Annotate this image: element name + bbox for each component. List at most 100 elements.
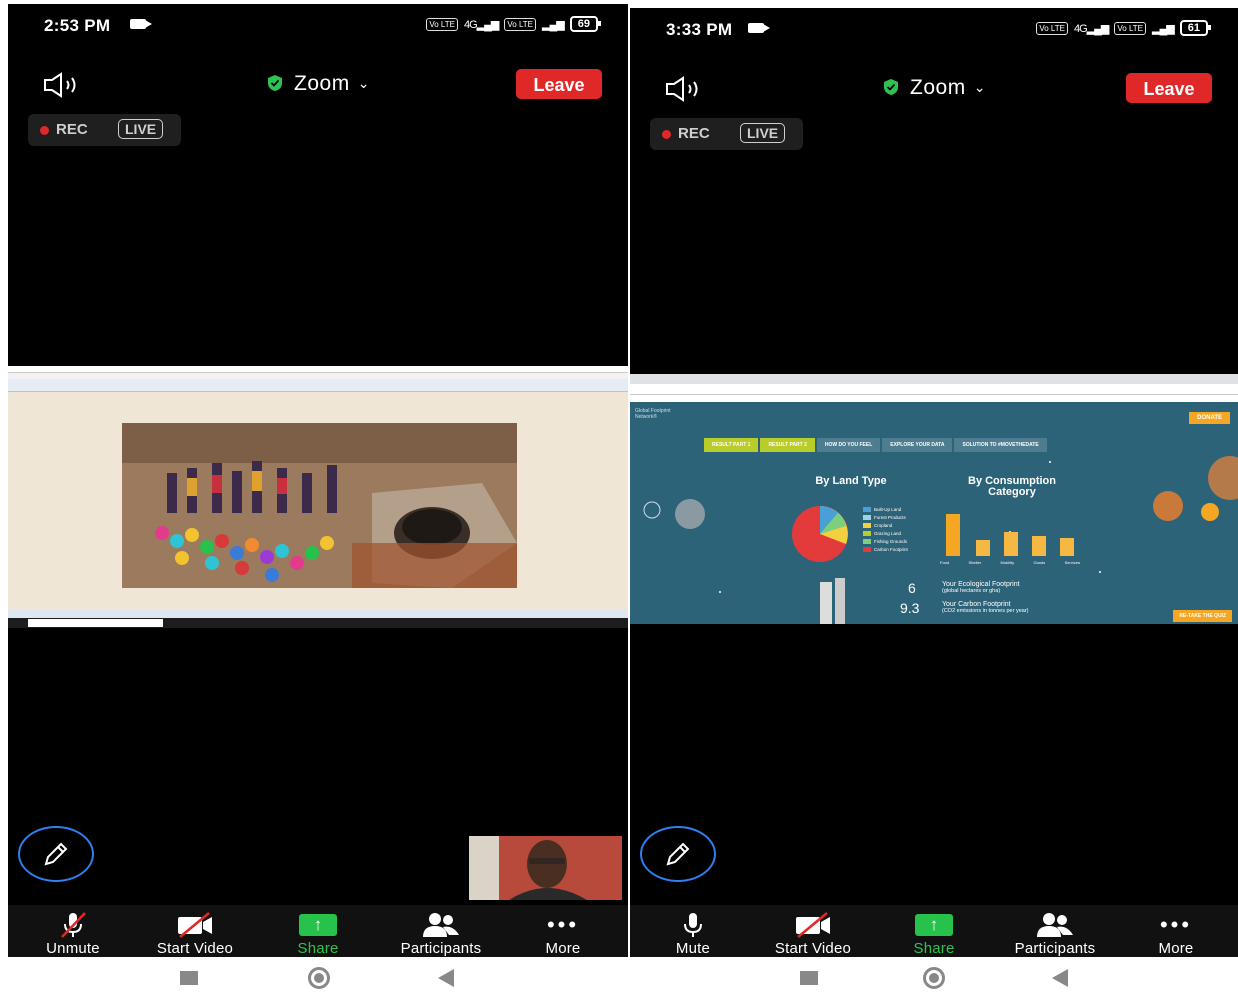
status-bar: 3:33 PM Vo LTE 4G▂▄▆ Vo LTE ▂▄▆ 61 bbox=[630, 8, 1238, 48]
page-background bbox=[643, 441, 1238, 624]
windows-taskbar bbox=[8, 618, 628, 628]
more-label: More bbox=[1158, 940, 1194, 957]
battery-icon: 69 bbox=[569, 16, 602, 32]
share-button[interactable]: Share bbox=[263, 911, 373, 957]
unmute-label: Unmute bbox=[46, 940, 100, 957]
battery-icon: 61 bbox=[1179, 20, 1212, 36]
recents-square-icon[interactable] bbox=[180, 971, 198, 985]
rec-label: REC bbox=[56, 121, 88, 138]
mute-button[interactable]: Mute bbox=[638, 911, 748, 957]
tab-result-part-2[interactable]: RESULT PART 2 bbox=[760, 438, 815, 452]
unmute-button[interactable]: Unmute bbox=[18, 911, 128, 957]
browser-address-bar bbox=[630, 384, 1238, 395]
browser-tabs bbox=[630, 374, 1238, 384]
share-button[interactable]: Share bbox=[879, 911, 989, 957]
chevron-down-icon: ⌄ bbox=[973, 79, 986, 95]
app-toolbar bbox=[8, 379, 628, 392]
volte-badge: Vo LTE bbox=[426, 17, 458, 31]
leave-button[interactable]: Leave bbox=[1126, 73, 1212, 103]
gfn-logo: Global Footprint Network® bbox=[635, 408, 671, 420]
tab-how-do-you-feel[interactable]: HOW DO YOU FEEL bbox=[816, 438, 881, 452]
legend-item: Cropland bbox=[863, 522, 908, 530]
start-video-button[interactable]: Start Video bbox=[758, 911, 868, 957]
eco-footprint-value: 6 bbox=[908, 580, 916, 596]
carbon-label: Your Carbon Footprint bbox=[942, 601, 1011, 608]
mute-label: Mute bbox=[675, 940, 711, 957]
share-arrow-icon bbox=[299, 914, 337, 936]
legend-item: Grazing Land bbox=[863, 530, 908, 538]
back-triangle-icon[interactable] bbox=[1052, 969, 1068, 987]
signal-icon: ▂▄▆ bbox=[542, 18, 565, 31]
live-badge: LIVE bbox=[740, 123, 786, 143]
tab-solution[interactable]: SOLUTION TO #MOVETHEDATE bbox=[954, 438, 1047, 452]
volte-badge: Vo LTE bbox=[1036, 21, 1068, 35]
participant-video bbox=[469, 836, 622, 900]
participants-button[interactable]: Participants bbox=[386, 911, 496, 957]
recording-indicator: REC LIVE bbox=[650, 118, 803, 150]
back-triangle-icon[interactable] bbox=[438, 969, 454, 987]
more-button[interactable]: ••• More bbox=[1121, 911, 1231, 958]
recents-square-icon[interactable] bbox=[800, 971, 818, 985]
android-nav-bar bbox=[8, 959, 628, 996]
shared-photo bbox=[122, 423, 517, 588]
eco-sub: (global hectares or gha) bbox=[942, 588, 1001, 594]
shield-icon bbox=[268, 75, 283, 91]
carbon-footprint-label: Your Carbon Footprint (CO2 emissions in … bbox=[942, 601, 1029, 615]
status-time: 2:53 PM bbox=[44, 16, 111, 35]
share-label: Share bbox=[297, 940, 339, 957]
app-titlebar bbox=[8, 366, 628, 373]
self-video-thumbnail[interactable] bbox=[469, 836, 622, 900]
android-nav-bar bbox=[630, 959, 1238, 996]
donate-button[interactable]: DONATE bbox=[1189, 412, 1230, 424]
more-button[interactable]: ••• More bbox=[508, 911, 618, 958]
bar-label: Food bbox=[940, 560, 950, 565]
shared-screen: Global Footprint Network® DONATE RESULT … bbox=[630, 374, 1238, 624]
meeting-top-bar: Zoom ⌄ Leave bbox=[630, 64, 1238, 112]
video-off-icon bbox=[178, 912, 212, 938]
pencil-icon bbox=[44, 842, 68, 866]
rec-dot-icon bbox=[662, 130, 671, 139]
tab-explore-your-data[interactable]: EXPLORE YOUR DATA bbox=[882, 438, 953, 452]
participants-button[interactable]: Participants bbox=[1000, 911, 1110, 957]
annotate-button[interactable] bbox=[18, 826, 94, 882]
result-tabs: RESULT PART 1 RESULT PART 2 HOW DO YOU F… bbox=[704, 438, 1047, 452]
start-video-label: Start Video bbox=[156, 940, 234, 957]
leave-button[interactable]: Leave bbox=[516, 69, 602, 99]
participants-icon bbox=[423, 913, 459, 937]
eco-footprint-label: Your Ecological Footprint (global hectar… bbox=[942, 581, 1020, 595]
annotate-button[interactable] bbox=[640, 826, 716, 882]
bar-label: Mobility bbox=[1000, 560, 1015, 565]
shield-icon bbox=[884, 79, 899, 95]
meeting-toolbar: Unmute Start Video Share P bbox=[8, 905, 628, 957]
start-video-button[interactable]: Start Video bbox=[140, 911, 250, 957]
more-label: More bbox=[545, 940, 581, 957]
land-type-pie bbox=[792, 506, 848, 562]
more-dots-icon: ••• bbox=[546, 912, 580, 937]
photo-image bbox=[122, 423, 517, 588]
live-badge: LIVE bbox=[118, 119, 164, 139]
volte-badge: Vo LTE bbox=[504, 17, 537, 31]
signal-icon: ▂▄▆ bbox=[1152, 22, 1175, 35]
land-type-heading: By Land Type bbox=[815, 475, 887, 487]
bar-label: Services bbox=[1064, 560, 1080, 565]
eco-label: Your Ecological Footprint bbox=[942, 581, 1020, 588]
home-circle-icon[interactable] bbox=[923, 967, 945, 989]
meeting-top-bar: Zoom ⌄ Leave bbox=[8, 60, 628, 108]
more-dots-icon: ••• bbox=[1159, 912, 1193, 937]
retake-quiz-button[interactable]: RE-TAKE THE QUIZ bbox=[1173, 610, 1232, 622]
consumption-bar-labels: Food Shelter Mobility Goods Services bbox=[940, 560, 1080, 565]
video-off-icon bbox=[796, 912, 830, 938]
meeting-title-label: Zoom bbox=[910, 76, 966, 99]
meeting-toolbar: Mute Start Video Share Par bbox=[630, 905, 1238, 957]
legend-item: Carbon Footprint bbox=[863, 546, 908, 554]
tab-result-part-1[interactable]: RESULT PART 1 bbox=[704, 438, 759, 452]
bar-label: Shelter bbox=[968, 560, 982, 565]
share-arrow-icon bbox=[915, 914, 953, 936]
home-circle-icon[interactable] bbox=[308, 967, 330, 989]
mic-icon bbox=[684, 913, 702, 937]
share-label: Share bbox=[913, 940, 955, 957]
participants-label: Participants bbox=[1014, 940, 1096, 957]
participants-icon bbox=[1037, 913, 1073, 937]
legend-item: Fishing Grounds bbox=[863, 538, 908, 546]
left-phone-screen: 2:53 PM Vo LTE 4G▂▄▆ Vo LTE ▂▄▆ 69 Zoom ⌄… bbox=[8, 4, 628, 957]
